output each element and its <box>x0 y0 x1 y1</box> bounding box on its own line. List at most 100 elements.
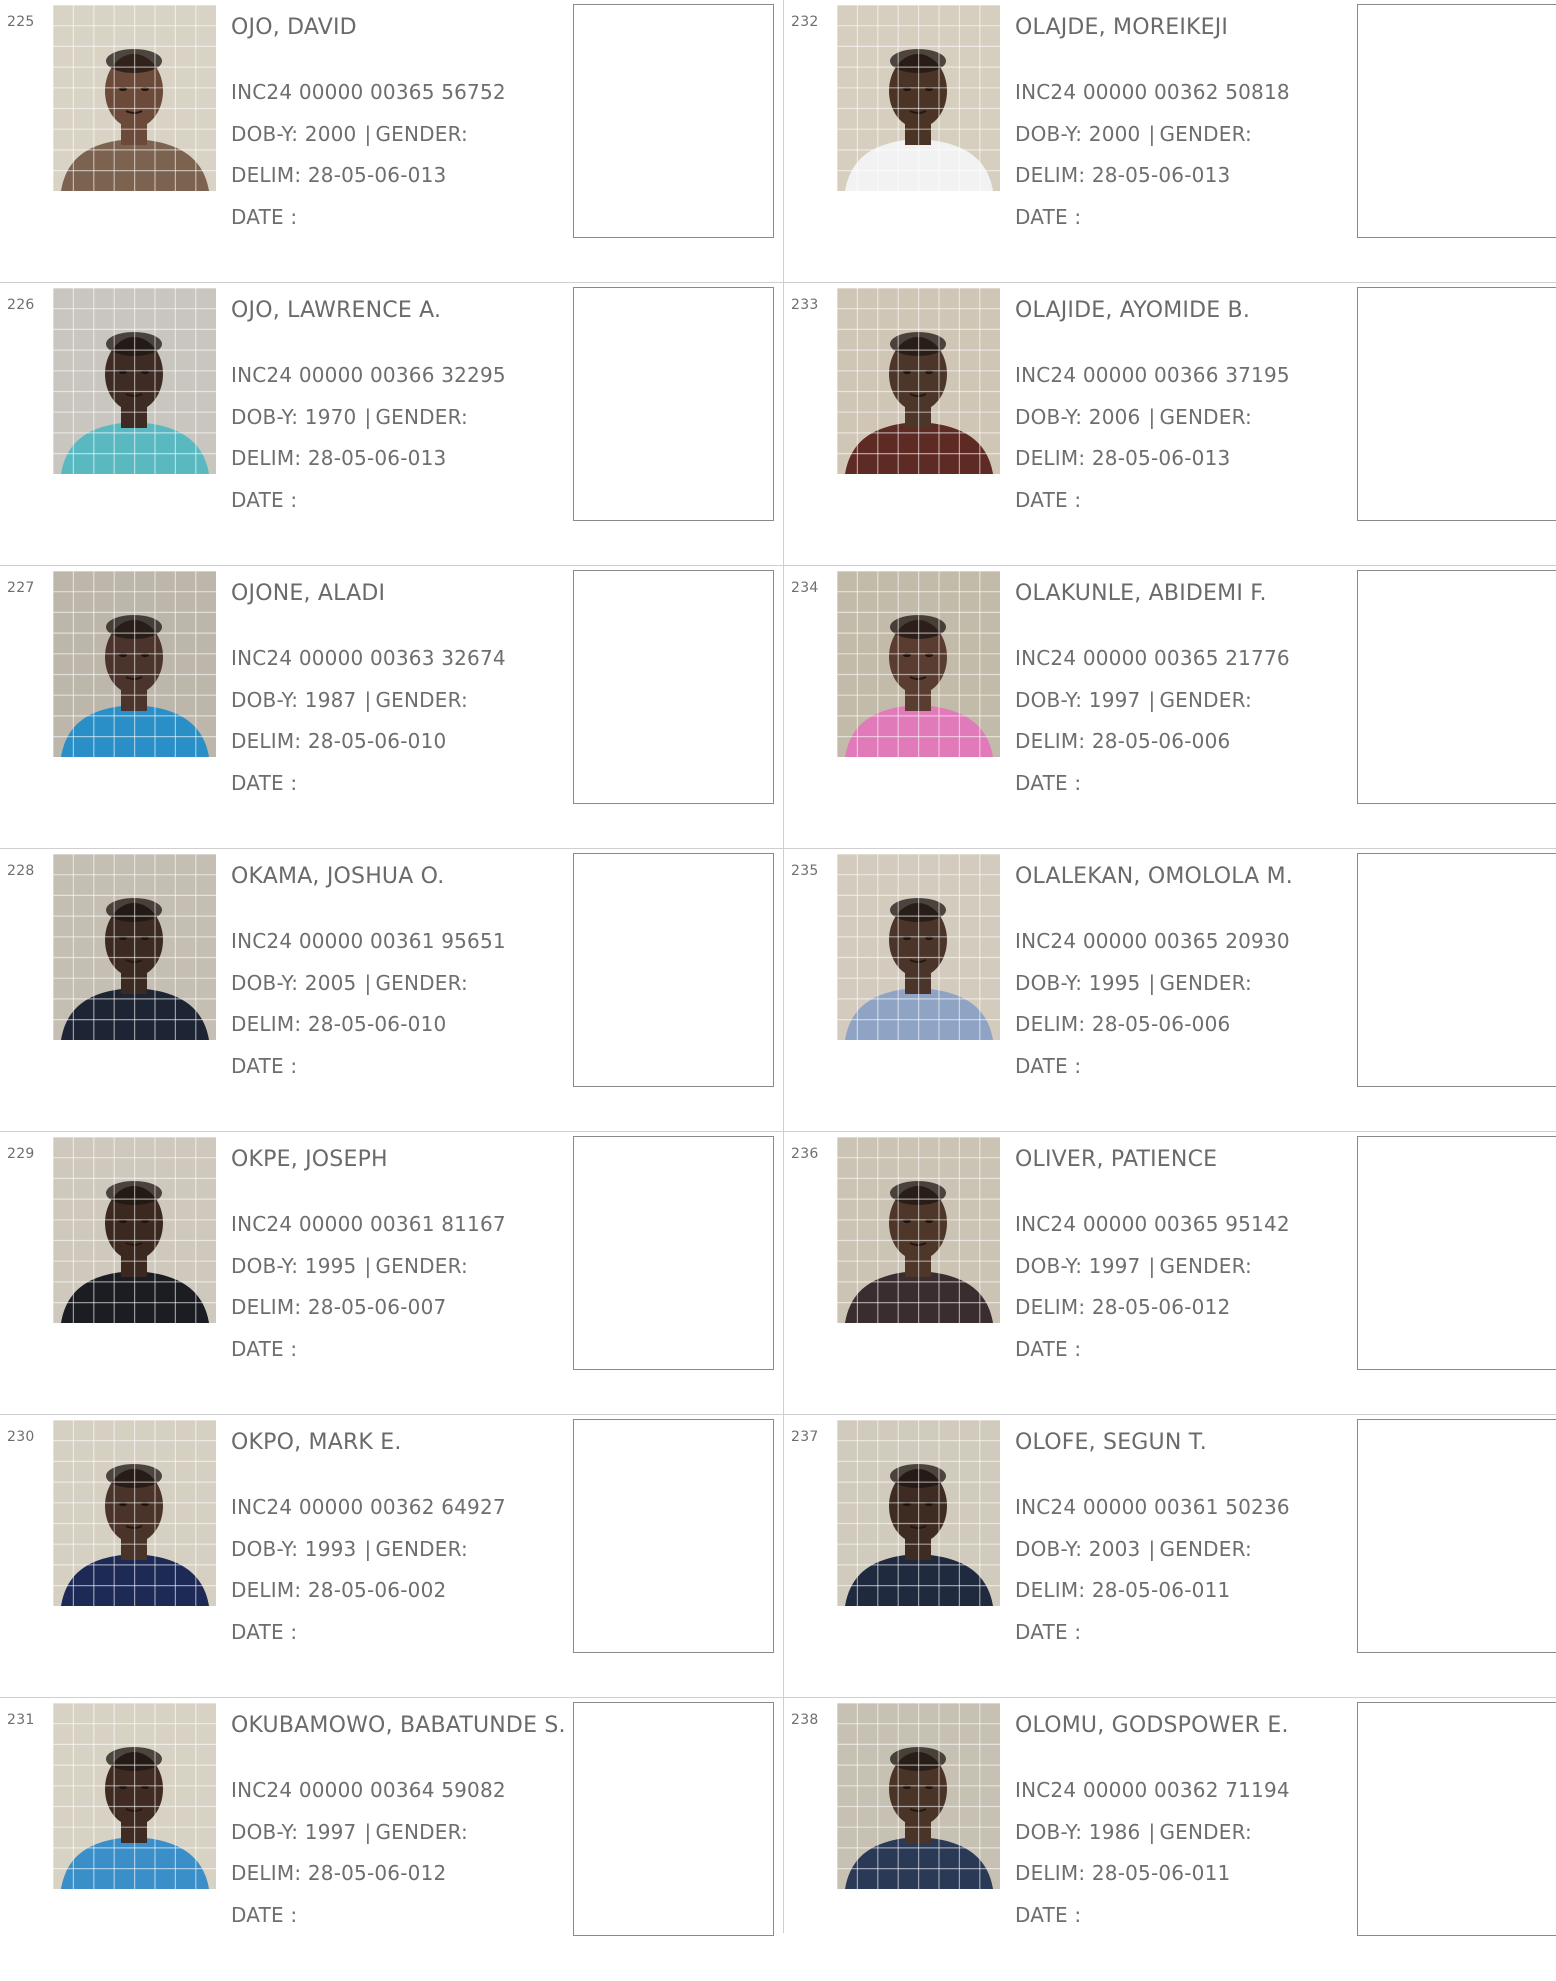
dob-value: 2003 <box>1088 1537 1141 1561</box>
incident-number: INC24 00000 00363 32674 <box>231 646 506 670</box>
person-name-value: OLIVER, PATIENCE <box>1015 1147 1218 1172</box>
mugshot-photo <box>53 5 216 191</box>
delim-value: 28-05-06-013 <box>307 446 447 470</box>
dob-value: 2005 <box>304 971 357 995</box>
incident-number: INC24 00000 00362 64927 <box>231 1495 506 1519</box>
dob-value: 1987 <box>304 688 357 712</box>
incident-number-value: INC24 00000 00366 32295 <box>231 363 506 387</box>
gender-label: GENDER: <box>1159 688 1252 712</box>
thumbprint-box <box>1357 4 1556 238</box>
date-line: DATE : <box>231 1054 298 1078</box>
record-card: 231 OKUBAMOWO, BABATUNDE S. INC24 00000 00… <box>0 1698 774 1981</box>
person-name: OLAKUNLE, ABIDEMI F. <box>1015 581 1267 606</box>
delim-line: DELIM: 28-05-06-002 <box>231 1578 446 1602</box>
thumbprint-box <box>573 853 774 1087</box>
delim-label: DELIM: <box>231 729 302 753</box>
incident-number-value: INC24 00000 00366 37195 <box>1015 363 1290 387</box>
thumbprint-box <box>1357 1419 1556 1653</box>
delim-label: DELIM: <box>1015 1578 1086 1602</box>
person-name-value: OLAJDE, MOREIKEJI <box>1015 15 1229 40</box>
record-card: 238 OLOMU, GODSPOWER E. INC24 00000 00362 … <box>784 1698 1556 1981</box>
person-name: OKAMA, JOSHUA O. <box>231 864 445 889</box>
delim-value: 28-05-06-002 <box>307 1578 447 1602</box>
date-label: DATE <box>1015 771 1068 795</box>
dob-value: 2006 <box>1088 405 1141 429</box>
thumbprint-box <box>573 1419 774 1653</box>
gender-separator: | <box>364 1820 372 1844</box>
date-label: DATE <box>1015 1337 1068 1361</box>
thumbprint-box <box>1357 1702 1556 1936</box>
mugshot-photo <box>837 5 1000 191</box>
dob-value: 1997 <box>304 1820 357 1844</box>
record-card: 229 OKPE, JOSEPH INC24 00000 00361 81167 DO… <box>0 1132 774 1415</box>
incident-number: INC24 00000 00361 50236 <box>1015 1495 1290 1519</box>
dob-gender-line: DOB-Y: 2006 | GENDER: <box>1015 405 1252 429</box>
person-name-value: OKPE, JOSEPH <box>231 1147 388 1172</box>
delim-line: DELIM: 28-05-06-013 <box>231 163 446 187</box>
person-name-value: OLALEKAN, OMOLOLA M. <box>1015 864 1294 889</box>
date-label: DATE <box>231 771 284 795</box>
dob-gender-line: DOB-Y: 1995 | GENDER: <box>1015 971 1252 995</box>
delim-label: DELIM: <box>231 446 302 470</box>
person-name: OJONE, ALADI <box>231 581 385 606</box>
dob-label: DOB-Y: <box>231 1254 299 1278</box>
record-number: 236 <box>791 1146 819 1162</box>
record-number-value: 235 <box>791 863 819 879</box>
record-number: 229 <box>7 1146 35 1162</box>
dob-value: 2000 <box>1088 122 1141 146</box>
record-card: 234 OLAKUNLE, ABIDEMI F. INC24 00000 00365… <box>784 566 1556 849</box>
date-label: DATE <box>231 205 284 229</box>
mugshot-photo <box>53 288 216 474</box>
gender-label: GENDER: <box>375 122 468 146</box>
gender-label: GENDER: <box>1159 1820 1252 1844</box>
thumbprint-box <box>1357 853 1556 1087</box>
incident-number-value: INC24 00000 00365 56752 <box>231 80 506 104</box>
thumbprint-box <box>573 1702 774 1936</box>
date-label: DATE <box>1015 205 1068 229</box>
record-number-value: 225 <box>7 14 35 30</box>
record-number: 227 <box>7 580 35 596</box>
record-card: 233 OLAJIDE, AYOMIDE B. INC24 00000 00366 … <box>784 283 1556 566</box>
delim-label: DELIM: <box>1015 163 1086 187</box>
date-label: DATE <box>231 1337 284 1361</box>
record-number: 235 <box>791 863 819 879</box>
dob-gender-line: DOB-Y: 1986 | GENDER: <box>1015 1820 1252 1844</box>
record-card: 230 OKPO, MARK E. INC24 00000 00362 64927 D… <box>0 1415 774 1698</box>
gender-label: GENDER: <box>375 1537 468 1561</box>
gender-separator: | <box>364 405 372 429</box>
record-number-value: 237 <box>791 1429 819 1445</box>
record-number-value: 231 <box>7 1712 35 1728</box>
record-number-value: 238 <box>791 1712 819 1728</box>
dob-value: 2000 <box>304 122 357 146</box>
dob-label: DOB-Y: <box>231 405 299 429</box>
gender-label: GENDER: <box>375 971 468 995</box>
date-line: DATE : <box>1015 1903 1082 1927</box>
portrait-image <box>837 571 1000 757</box>
incident-number-value: INC24 00000 00365 20930 <box>1015 929 1290 953</box>
record-number: 230 <box>7 1429 35 1445</box>
date-line: DATE : <box>1015 488 1082 512</box>
delim-label: DELIM: <box>1015 1861 1086 1885</box>
gender-separator: | <box>364 688 372 712</box>
gender-label: GENDER: <box>1159 122 1252 146</box>
thumbprint-box <box>573 287 774 521</box>
delim-line: DELIM: 28-05-06-013 <box>1015 163 1230 187</box>
mugshot-photo <box>837 288 1000 474</box>
person-name-value: OJO, LAWRENCE A. <box>231 298 442 323</box>
person-name: OJO, LAWRENCE A. <box>231 298 441 323</box>
gender-separator: | <box>1148 1820 1156 1844</box>
delim-label: DELIM: <box>231 1012 302 1036</box>
dob-value: 1970 <box>304 405 357 429</box>
gender-separator: | <box>364 1537 372 1561</box>
gender-separator: | <box>364 122 372 146</box>
person-name: OLAJIDE, AYOMIDE B. <box>1015 298 1250 323</box>
dob-label: DOB-Y: <box>231 971 299 995</box>
date-label: DATE <box>231 1620 284 1644</box>
delim-value: 28-05-06-013 <box>1091 446 1231 470</box>
person-name-value: OLOMU, GODSPOWER E. <box>1015 1713 1289 1738</box>
gender-separator: | <box>1148 1254 1156 1278</box>
dob-label: DOB-Y: <box>231 1820 299 1844</box>
record-number: 233 <box>791 297 819 313</box>
dob-value: 1995 <box>1088 971 1141 995</box>
delim-label: DELIM: <box>1015 446 1086 470</box>
